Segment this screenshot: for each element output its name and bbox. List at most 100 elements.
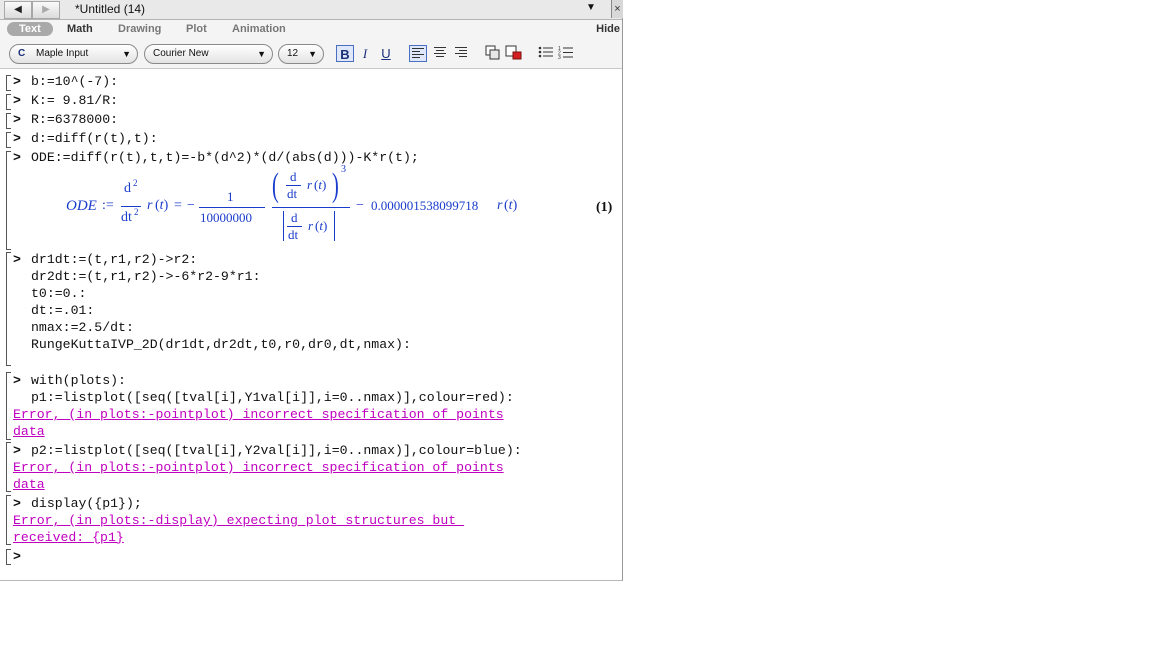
output-t: t bbox=[318, 177, 322, 192]
input-line-t0[interactable]: t0:=0.: bbox=[31, 286, 86, 301]
input-line-ode[interactable]: ODE:=diff(r(t),t,t)=-b*(d^2)*(d/(abs(d))… bbox=[31, 150, 419, 165]
group-bracket[interactable] bbox=[6, 75, 11, 91]
tab-animation[interactable]: Animation bbox=[232, 23, 286, 35]
input-line-dr2dt[interactable]: dr2dt:=(t,r1,r2)->-6*r2-9*r1: bbox=[31, 269, 261, 284]
back-arrow-icon[interactable]: ◀ bbox=[4, 1, 32, 19]
group-bracket[interactable] bbox=[6, 151, 11, 250]
output-cube: 3 bbox=[341, 164, 346, 175]
error-message[interactable]: received: {p1} bbox=[13, 530, 124, 545]
maple-input-icon: C bbox=[18, 48, 26, 59]
maple-window: ◀ ▶ *Untitled (14) ▼ × Text Math Drawing… bbox=[0, 0, 623, 581]
fraction-bar bbox=[272, 207, 350, 208]
align-right-button[interactable] bbox=[452, 45, 470, 62]
table-icon bbox=[485, 45, 500, 60]
format-toolbar: C Maple Input ▼ Courier New ▼ 12 ▼ B I U bbox=[0, 40, 622, 69]
output-r: r bbox=[147, 198, 153, 213]
output-r: r bbox=[497, 198, 503, 213]
output-exp: 2 bbox=[133, 178, 138, 188]
tab-text[interactable]: Text bbox=[7, 22, 53, 36]
input-prompt: > bbox=[13, 74, 21, 89]
input-prompt: > bbox=[13, 373, 21, 388]
paren-left: ( bbox=[272, 167, 279, 204]
underline-button[interactable]: U bbox=[377, 45, 395, 62]
input-line-p2[interactable]: p2:=listplot([seq([tval[i],Y2val[i]],i=0… bbox=[31, 443, 522, 458]
input-prompt: > bbox=[13, 93, 21, 108]
input-line-k[interactable]: K:= 9.81/R: bbox=[31, 93, 118, 108]
table-insert-button[interactable] bbox=[484, 45, 502, 62]
error-message[interactable]: data bbox=[13, 477, 45, 492]
tab-drawing[interactable]: Drawing bbox=[118, 23, 161, 35]
input-line-display[interactable]: display({p1}); bbox=[31, 496, 142, 511]
align-center-icon bbox=[434, 47, 447, 59]
svg-text:3: 3 bbox=[558, 55, 561, 60]
group-bracket[interactable] bbox=[6, 442, 11, 492]
font-size-select[interactable]: 12 ▼ bbox=[278, 44, 324, 64]
numbered-list-icon: 123 bbox=[558, 46, 573, 61]
equation-label[interactable]: (1) bbox=[596, 200, 612, 216]
output-d: d bbox=[290, 169, 297, 184]
abs-bar-left bbox=[283, 211, 284, 241]
group-bracket[interactable] bbox=[6, 252, 11, 366]
chevron-down-icon: ▼ bbox=[257, 49, 266, 59]
tab-plot[interactable]: Plot bbox=[186, 23, 207, 35]
document-title[interactable]: *Untitled (14) bbox=[75, 2, 145, 16]
italic-button[interactable]: I bbox=[356, 45, 374, 62]
output-r: r bbox=[308, 218, 314, 233]
align-center-button[interactable] bbox=[431, 45, 449, 62]
output-d: d bbox=[124, 181, 131, 196]
output-t: t bbox=[319, 218, 323, 233]
input-line-with-plots[interactable]: with(plots): bbox=[31, 373, 126, 388]
output-assign: := bbox=[102, 198, 114, 213]
worksheet[interactable]: > b:=10^(-7): > K:= 9.81/R: > R:=6378000… bbox=[0, 69, 622, 580]
align-left-icon bbox=[412, 48, 425, 60]
input-line-r[interactable]: R:=6378000: bbox=[31, 112, 118, 127]
output-minus: − bbox=[356, 198, 364, 213]
error-message[interactable]: Error, (in plots:-pointplot) incorrect s… bbox=[13, 407, 504, 422]
input-line-rungekutta[interactable]: RungeKuttaIVP_2D(dr1dt,dr2dt,t0,r0,dr0,d… bbox=[31, 337, 411, 352]
group-bracket[interactable] bbox=[6, 495, 11, 545]
align-right-icon bbox=[455, 47, 468, 59]
input-line-nmax[interactable]: nmax:=2.5/dt: bbox=[31, 320, 134, 335]
group-bracket[interactable] bbox=[6, 549, 11, 565]
chevron-down-icon: ▼ bbox=[122, 49, 131, 59]
output-exp: 2 bbox=[134, 207, 139, 217]
error-message[interactable]: Error, (in plots:-display) expecting plo… bbox=[13, 513, 464, 528]
input-line-p1[interactable]: p1:=listplot([seq([tval[i],Y1val[i]],i=0… bbox=[31, 390, 514, 405]
group-bracket[interactable] bbox=[6, 372, 11, 440]
input-mode-select[interactable]: C Maple Input ▼ bbox=[9, 44, 138, 64]
group-bracket[interactable] bbox=[6, 94, 11, 110]
title-bar: ◀ ▶ *Untitled (14) ▼ × bbox=[0, 0, 623, 20]
bold-button[interactable]: B bbox=[336, 45, 354, 62]
input-line-dr1dt[interactable]: dr1dt:=(t,r1,r2)->r2: bbox=[31, 252, 197, 267]
output-eq: = bbox=[174, 198, 182, 213]
hide-toolbar-button[interactable]: Hide bbox=[596, 23, 620, 35]
bullet-list-button[interactable] bbox=[537, 45, 555, 62]
input-prompt: > bbox=[13, 443, 21, 458]
input-line-b[interactable]: b:=10^(-7): bbox=[31, 74, 118, 89]
font-select[interactable]: Courier New ▼ bbox=[144, 44, 273, 64]
input-prompt: > bbox=[13, 150, 21, 165]
special-format-button[interactable] bbox=[505, 45, 523, 62]
input-prompt: > bbox=[13, 131, 21, 146]
chevron-down-icon[interactable]: ▼ bbox=[586, 2, 596, 13]
output-d: d bbox=[291, 210, 298, 225]
error-message[interactable]: Error, (in plots:-pointplot) incorrect s… bbox=[13, 460, 504, 475]
font-size-value: 12 bbox=[287, 48, 299, 59]
error-message[interactable]: data bbox=[13, 424, 45, 439]
output-t: t bbox=[159, 198, 164, 213]
input-prompt: > bbox=[13, 252, 21, 267]
input-line-dt[interactable]: dt:=.01: bbox=[31, 303, 94, 318]
numbered-list-button[interactable]: 123 bbox=[557, 45, 575, 62]
input-prompt-empty[interactable]: > bbox=[13, 549, 21, 564]
group-bracket[interactable] bbox=[6, 132, 11, 148]
input-prompt: > bbox=[13, 112, 21, 127]
align-left-button[interactable] bbox=[409, 45, 427, 62]
output-minus: − bbox=[187, 198, 195, 213]
tab-math[interactable]: Math bbox=[67, 23, 93, 35]
forward-arrow-icon[interactable]: ▶ bbox=[32, 1, 60, 19]
group-bracket[interactable] bbox=[6, 113, 11, 129]
output-den: 10000000 bbox=[200, 210, 252, 225]
close-icon[interactable]: × bbox=[611, 0, 623, 18]
input-line-d[interactable]: d:=diff(r(t),t): bbox=[31, 131, 158, 146]
output-r: r bbox=[307, 177, 313, 192]
